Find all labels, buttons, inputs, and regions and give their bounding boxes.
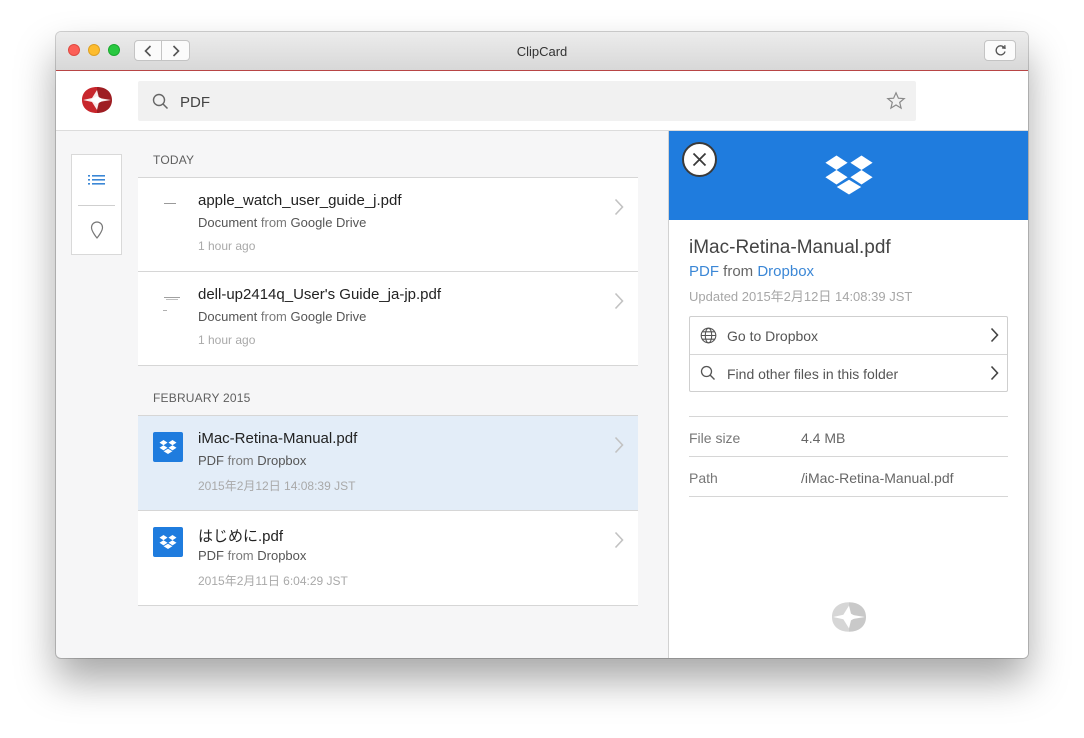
property-value: /iMac-Retina-Manual.pdf [801, 470, 954, 486]
file-type: PDF [198, 453, 224, 468]
file-time: 1 hour ago [198, 239, 256, 253]
detail-panel: iMac-Retina-Manual.pdf PDF from Dropbox … [668, 131, 1028, 658]
file-list-february-2015: iMac-Retina-Manual.pdf PDF from Dropbox … [138, 415, 638, 606]
detail-type-link[interactable]: PDF [689, 263, 719, 280]
property-row-path: Path /iMac-Retina-Manual.pdf [689, 457, 1008, 497]
location-pin-icon [90, 221, 103, 239]
file-time: 2015年2月12日 14:08:39 JST [198, 479, 356, 493]
from-label: from [260, 309, 287, 324]
file-time: 1 hour ago [198, 333, 256, 347]
list-item[interactable]: apple_watch_user_guide_j.pdf Document fr… [138, 178, 638, 272]
property-key: Path [689, 470, 718, 486]
from-label: from [227, 548, 254, 563]
chevron-right-icon [614, 436, 624, 454]
file-source: Dropbox [257, 453, 307, 468]
from-label: from [227, 453, 254, 468]
detail-source-link[interactable]: Dropbox [757, 263, 814, 280]
file-time: 2015年2月11日 6:04:29 JST [198, 574, 348, 588]
list-item[interactable]: iMac-Retina-Manual.pdf PDF from Dropbox … [138, 416, 638, 511]
file-properties: File size 4.4 MB Path /iMac-Retina-Manua… [689, 416, 1008, 497]
chevron-right-icon [614, 198, 624, 216]
action-label: Go to Dropbox [727, 328, 819, 344]
dropbox-icon [825, 155, 873, 195]
close-icon [692, 152, 707, 167]
section-header-february-2015: FEBRUARY 2015 [153, 391, 251, 405]
file-type: Document [198, 309, 258, 324]
app-header [56, 71, 1028, 131]
file-source: Google Drive [290, 215, 367, 230]
action-label: Find other files in this folder [727, 366, 899, 382]
property-row-file-size: File size 4.4 MB [689, 417, 1008, 457]
app-window: ClipCard TODAY [56, 32, 1028, 658]
detail-actions: Go to Dropbox Find other files in this f… [689, 316, 1008, 392]
detail-subtitle: PDF from Dropbox [689, 263, 814, 280]
file-meta: Document from Google Drive [198, 309, 366, 324]
from-label: from [260, 215, 287, 230]
property-value: 4.4 MB [801, 430, 846, 446]
dropbox-icon [153, 432, 183, 462]
file-meta: PDF from Dropbox [198, 548, 306, 563]
file-name: dell-up2414q_User's Guide_ja-jp.pdf [198, 286, 442, 303]
map-view-button[interactable] [72, 206, 121, 254]
file-type: Document [198, 215, 258, 230]
chevron-right-icon [614, 531, 624, 549]
dropbox-icon [153, 527, 183, 557]
search-bar [138, 81, 916, 123]
clipcard-logo-icon [82, 87, 112, 113]
list-item[interactable]: はじめに.pdf PDF from Dropbox 2015年2月11日 6:0… [138, 511, 638, 606]
list-icon [88, 174, 105, 185]
file-source: Dropbox [257, 548, 307, 563]
view-switcher [71, 154, 122, 255]
close-detail-button[interactable] [682, 142, 717, 177]
go-to-dropbox-button[interactable]: Go to Dropbox [690, 317, 1007, 355]
search-input[interactable] [178, 81, 862, 123]
file-name: iMac-Retina-Manual.pdf [198, 430, 358, 447]
from-label: from [723, 263, 754, 280]
title-bar: ClipCard [56, 32, 1028, 71]
file-meta: PDF from Dropbox [198, 453, 306, 468]
search-icon [700, 365, 715, 380]
file-source: Google Drive [290, 309, 367, 324]
document-thumbnail-icon [153, 194, 183, 224]
globe-icon [700, 327, 717, 344]
property-key: File size [689, 430, 741, 446]
find-other-files-button[interactable]: Find other files in this folder [690, 355, 1007, 392]
chevron-right-icon [990, 365, 999, 381]
file-list-today: apple_watch_user_guide_j.pdf Document fr… [138, 177, 638, 366]
window-title: ClipCard [516, 44, 568, 59]
star-icon[interactable] [886, 91, 906, 111]
search-icon [152, 93, 169, 110]
chevron-right-icon [990, 327, 999, 343]
clipcard-watermark-icon [832, 602, 866, 632]
list-view-button[interactable] [72, 155, 121, 205]
reload-button[interactable] [984, 40, 1016, 61]
file-name: apple_watch_user_guide_j.pdf [198, 192, 402, 209]
file-meta: Document from Google Drive [198, 215, 366, 230]
list-item[interactable]: dell-up2414q_User's Guide_ja-jp.pdf Docu… [138, 272, 638, 366]
document-thumbnail-icon [153, 288, 183, 318]
detail-banner [669, 131, 1028, 220]
detail-title: iMac-Retina-Manual.pdf [689, 237, 891, 258]
detail-updated: Updated 2015年2月12日 14:08:39 JST [689, 289, 913, 304]
file-type: PDF [198, 548, 224, 563]
section-header-today: TODAY [153, 153, 195, 167]
chevron-right-icon [614, 292, 624, 310]
reload-icon [995, 45, 1006, 56]
file-name: はじめに.pdf [198, 528, 284, 545]
